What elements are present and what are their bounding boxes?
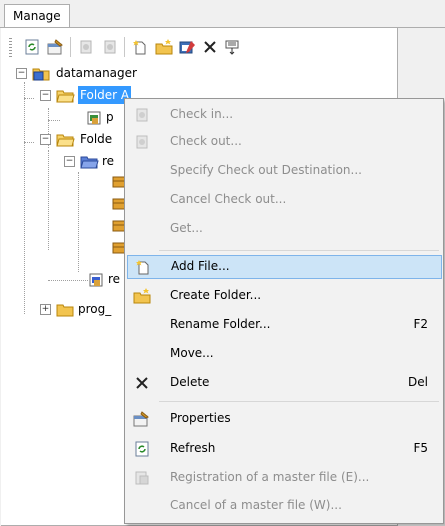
menu-shortcut: Del [408,375,428,389]
tree-label-root: datamanager [56,66,137,80]
check-out-icon[interactable] [99,36,121,58]
tree-connector [48,120,60,121]
master-file-icon [86,110,104,125]
master-file-icon [133,469,151,487]
create-folder-icon [133,287,151,305]
menu-item-add-file[interactable]: Add File... [127,255,442,279]
folder-open-icon [56,88,75,103]
toolbar-separator [70,37,71,57]
database-folder-icon [32,66,50,81]
tree-node-root[interactable]: − datamanager [16,64,176,82]
create-folder-icon[interactable] [153,36,175,58]
context-menu: Check in... Check out... Specify Check o… [124,98,444,524]
menu-item-label: Specify Check out Destination... [170,163,362,177]
menu-item-label: Cancel of a master file (W)... [170,498,342,512]
tree-connector [48,150,49,250]
menu-item-check-out[interactable]: Check out... [127,131,440,153]
menu-item-delete[interactable]: Delete Del [127,372,440,394]
add-file-icon[interactable] [129,36,151,58]
tree-node-file-2[interactable]: re [88,270,128,288]
tree-label-prog: prog_ [78,302,112,316]
menu-item-cancel-master[interactable]: Cancel of a master file (W)... [127,495,440,517]
rename-icon[interactable] [177,36,199,58]
menu-item-cancel-check-out[interactable]: Cancel Check out... [127,189,440,211]
tree-connector [24,82,25,314]
menu-item-specify-destination[interactable]: Specify Check out Destination... [127,160,440,182]
tree-connector [24,98,34,99]
menu-item-check-in[interactable]: Check in... [127,104,440,126]
toolbar-separator [124,37,125,57]
tree-label-file-2: re [108,272,121,286]
menu-shortcut: F2 [413,317,428,331]
menu-item-label: Check in... [170,107,234,121]
check-in-icon [133,106,151,124]
menu-item-label: Move... [170,346,214,360]
menu-item-label: Add File... [171,259,230,273]
menu-item-label: Registration of a master file (E)... [170,470,370,484]
properties-icon[interactable] [45,36,67,58]
menu-item-label: Properties [170,411,231,425]
tree-label-file: p [106,110,114,124]
add-file-icon [134,258,152,276]
toolbar [1,30,397,64]
check-out-icon [133,133,151,151]
refresh-icon [133,440,151,458]
check-in-icon[interactable] [75,36,97,58]
tree-connector [24,142,34,143]
folder-icon [56,302,74,317]
menu-item-label: Delete [170,375,210,389]
delete-icon [133,374,151,392]
delete-icon[interactable] [199,36,221,58]
menu-item-create-folder[interactable]: Create Folder... [127,285,440,307]
menu-item-label: Rename Folder... [170,317,271,331]
menu-shortcut: F5 [413,441,428,455]
master-file-icon [88,272,106,287]
collapse-icon[interactable]: − [40,90,51,101]
menu-item-rename-folder[interactable]: Rename Folder... F2 [127,314,440,336]
menu-item-refresh[interactable]: Refresh F5 [127,438,440,460]
refresh-icon[interactable] [21,36,43,58]
tree-label-subfolder: re [102,154,115,168]
expand-icon[interactable]: + [40,304,51,315]
collapse-icon[interactable]: − [16,68,27,79]
collapse-icon[interactable]: − [40,134,51,145]
collapse-icon[interactable]: − [64,156,75,167]
menu-item-get[interactable]: Get... [127,218,440,240]
menu-item-label: Refresh [170,441,216,455]
menu-item-label: Cancel Check out... [170,192,287,206]
tab-manage[interactable]: Manage [4,4,70,27]
tree-label-folder-b: Folde [80,132,113,146]
menu-item-label: Check out... [170,134,242,148]
menu-item-properties[interactable]: Properties [127,408,440,430]
properties-icon [133,410,151,428]
settings-icon[interactable] [221,36,243,58]
folder-open-icon [56,132,75,147]
blue-folder-icon [80,154,99,169]
menu-item-label: Get... [170,221,203,235]
menu-separator [159,250,439,251]
toolbar-grip[interactable] [9,38,12,58]
menu-item-label: Create Folder... [170,288,262,302]
menu-separator [159,401,439,402]
menu-item-register-master[interactable]: Registration of a master file (E)... [127,467,440,489]
menu-item-move[interactable]: Move... [127,343,440,365]
tree-connector [78,172,79,272]
tree-connector [48,280,88,281]
